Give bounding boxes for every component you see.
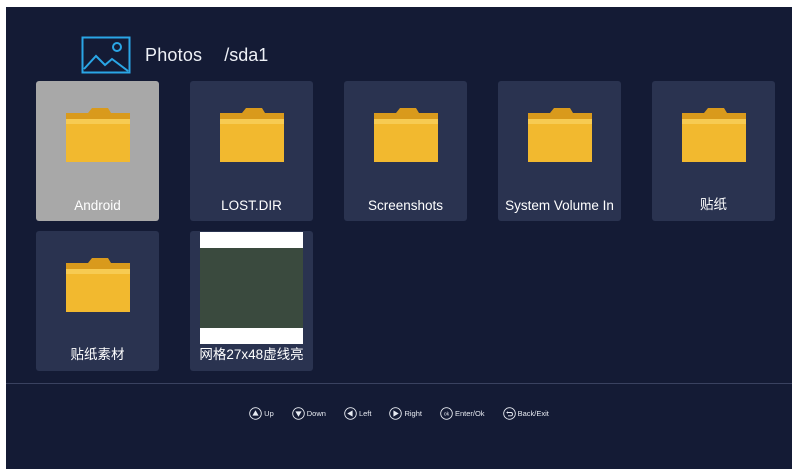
- help-label: Down: [306, 409, 326, 418]
- down-arrow-icon: [291, 407, 305, 420]
- help-label: Right: [404, 409, 422, 418]
- folder-icon: [220, 108, 284, 162]
- tile-label: 贴纸素材: [70, 347, 125, 362]
- folder-tile-screenshots[interactable]: Screenshots: [344, 81, 467, 221]
- tile-label: System Volume In: [505, 198, 614, 213]
- photo-browser-screen: Photos /sda1 Android LOST.DIR Screenshot…: [6, 7, 792, 469]
- image-thumbnail-content: [200, 248, 303, 328]
- folder-tile-android[interactable]: Android: [36, 81, 159, 221]
- help-down: Down: [291, 407, 326, 420]
- header: Photos /sda1: [81, 35, 268, 75]
- help-label: Back/Exit: [517, 409, 549, 418]
- photos-icon: [81, 36, 131, 74]
- folder-tile-system-volume[interactable]: System Volume In: [498, 81, 621, 221]
- tile-label: LOST.DIR: [221, 198, 282, 213]
- tile-label: Screenshots: [367, 198, 444, 213]
- help-left: Left: [344, 407, 372, 420]
- folder-tile-lost-dir[interactable]: LOST.DIR: [190, 81, 313, 221]
- help-ok: ok Enter/Ok: [440, 407, 485, 420]
- folder-icon: [66, 258, 130, 312]
- tile-label: Android: [74, 198, 121, 213]
- help-right: Right: [389, 407, 422, 420]
- help-label: Enter/Ok: [454, 409, 485, 418]
- folder-icon: [66, 108, 130, 162]
- folder-icon: [682, 108, 746, 162]
- folder-tile-stickers[interactable]: 贴纸: [652, 81, 775, 221]
- svg-text:ok: ok: [444, 411, 450, 417]
- help-label: Left: [358, 409, 372, 418]
- image-thumbnail: [200, 232, 303, 344]
- help-up: Up: [249, 407, 274, 420]
- tile-label: 网格27x48虚线亮: [199, 347, 304, 362]
- image-tile-grid[interactable]: 网格27x48虚线亮: [190, 231, 313, 371]
- header-title: Photos: [145, 44, 203, 65]
- up-arrow-icon: [249, 407, 262, 420]
- folder-tile-sticker-materials[interactable]: 贴纸素材: [36, 231, 159, 371]
- ok-icon: ok: [440, 407, 453, 420]
- folder-icon: [374, 108, 438, 162]
- tile-label: 贴纸: [700, 197, 727, 212]
- header-path: /sda1: [224, 44, 269, 65]
- help-label: Up: [264, 409, 274, 418]
- help-back: Back/Exit: [502, 407, 549, 420]
- divider: [6, 383, 792, 384]
- remote-help-bar: Up Down Left Right ok Enter/Ok Back/Exit: [6, 407, 792, 420]
- left-arrow-icon: [344, 407, 357, 420]
- back-icon: [502, 407, 516, 420]
- right-arrow-icon: [389, 407, 403, 420]
- folder-icon: [528, 108, 592, 162]
